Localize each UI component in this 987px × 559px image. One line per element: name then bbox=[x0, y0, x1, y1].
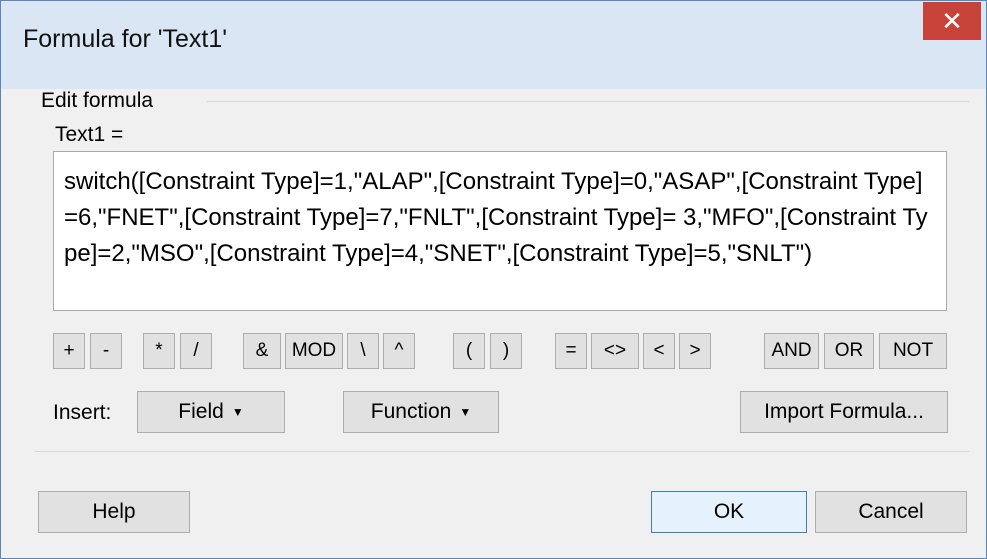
and-button[interactable]: AND bbox=[764, 333, 819, 369]
divide-button[interactable]: / bbox=[180, 333, 212, 369]
less-than-button[interactable]: < bbox=[643, 333, 675, 369]
close-button[interactable]: ✕ bbox=[923, 2, 981, 40]
plus-button[interactable]: + bbox=[53, 333, 85, 369]
dialog-body: Edit formula Text1 = switch([Constraint … bbox=[9, 89, 979, 549]
group-divider bbox=[207, 101, 969, 102]
not-equal-button[interactable]: <> bbox=[591, 333, 639, 369]
edit-formula-group-label: Edit formula bbox=[41, 89, 153, 113]
formula-dialog: Formula for 'Text1' ✕ Edit formula Text1… bbox=[0, 0, 987, 559]
insert-function-label: Function bbox=[370, 400, 452, 423]
equals-button[interactable]: = bbox=[555, 333, 587, 369]
edit-formula-label-text: Edit formula bbox=[41, 89, 154, 112]
insert-label: Insert: bbox=[53, 401, 112, 424]
exponent-button[interactable]: ^ bbox=[383, 333, 415, 369]
not-button[interactable]: NOT bbox=[879, 333, 947, 369]
mod-button[interactable]: MOD bbox=[285, 333, 343, 369]
title-bar: Formula for 'Text1' ✕ bbox=[1, 1, 986, 89]
close-paren-button[interactable]: ) bbox=[490, 333, 522, 369]
formula-textarea[interactable]: switch([Constraint Type]=1,"ALAP",[Const… bbox=[53, 151, 947, 311]
concat-button[interactable]: & bbox=[243, 333, 281, 369]
insert-field-label: Field bbox=[178, 400, 224, 423]
ok-button[interactable]: OK bbox=[651, 491, 807, 533]
minus-button[interactable]: - bbox=[90, 333, 122, 369]
footer-divider bbox=[35, 451, 969, 452]
greater-than-button[interactable]: > bbox=[679, 333, 711, 369]
or-button[interactable]: OR bbox=[824, 333, 874, 369]
caret-down-icon: ▼ bbox=[459, 405, 472, 419]
help-button[interactable]: Help bbox=[38, 491, 190, 533]
caret-down-icon: ▼ bbox=[231, 405, 244, 419]
insert-field-button[interactable]: Field ▼ bbox=[137, 391, 285, 433]
integer-divide-button[interactable]: \ bbox=[347, 333, 379, 369]
field-label: Text1 = bbox=[55, 123, 124, 146]
multiply-button[interactable]: * bbox=[143, 333, 175, 369]
insert-function-button[interactable]: Function ▼ bbox=[343, 391, 499, 433]
window-title: Formula for 'Text1' bbox=[23, 25, 228, 53]
cancel-button[interactable]: Cancel bbox=[815, 491, 967, 533]
import-formula-button[interactable]: Import Formula... bbox=[740, 391, 948, 433]
close-icon: ✕ bbox=[941, 5, 963, 36]
open-paren-button[interactable]: ( bbox=[453, 333, 485, 369]
